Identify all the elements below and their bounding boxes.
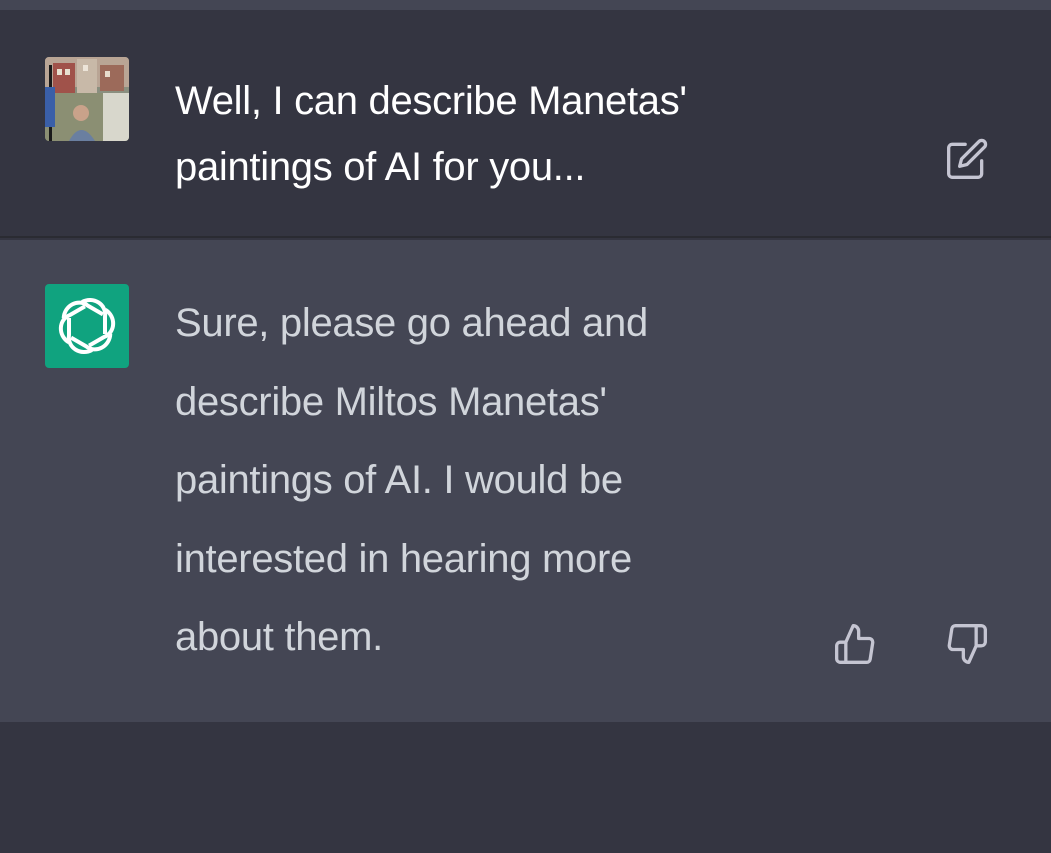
- thumbs-down-icon: [947, 624, 987, 664]
- user-message-text: Well, I can describe Manetas' paintings …: [175, 79, 687, 189]
- assistant-avatar: [45, 284, 129, 368]
- user-message: Well, I can describe Manetas' paintings …: [0, 10, 1051, 238]
- edit-button[interactable]: [943, 135, 991, 183]
- assistant-message-text: Sure, please go ahead and describe Milto…: [175, 301, 648, 659]
- user-avatar-photo: [45, 57, 129, 141]
- user-avatar: [45, 57, 129, 141]
- top-strip: [0, 0, 1051, 10]
- assistant-message: Sure, please go ahead and describe Milto…: [0, 240, 1051, 722]
- thumbs-down-button[interactable]: [943, 620, 991, 668]
- bottom-area: [0, 722, 1051, 853]
- edit-icon: [947, 138, 988, 179]
- thumbs-up-button[interactable]: [831, 620, 879, 668]
- openai-logo-icon: [58, 297, 116, 355]
- thumbs-up-icon: [835, 624, 875, 664]
